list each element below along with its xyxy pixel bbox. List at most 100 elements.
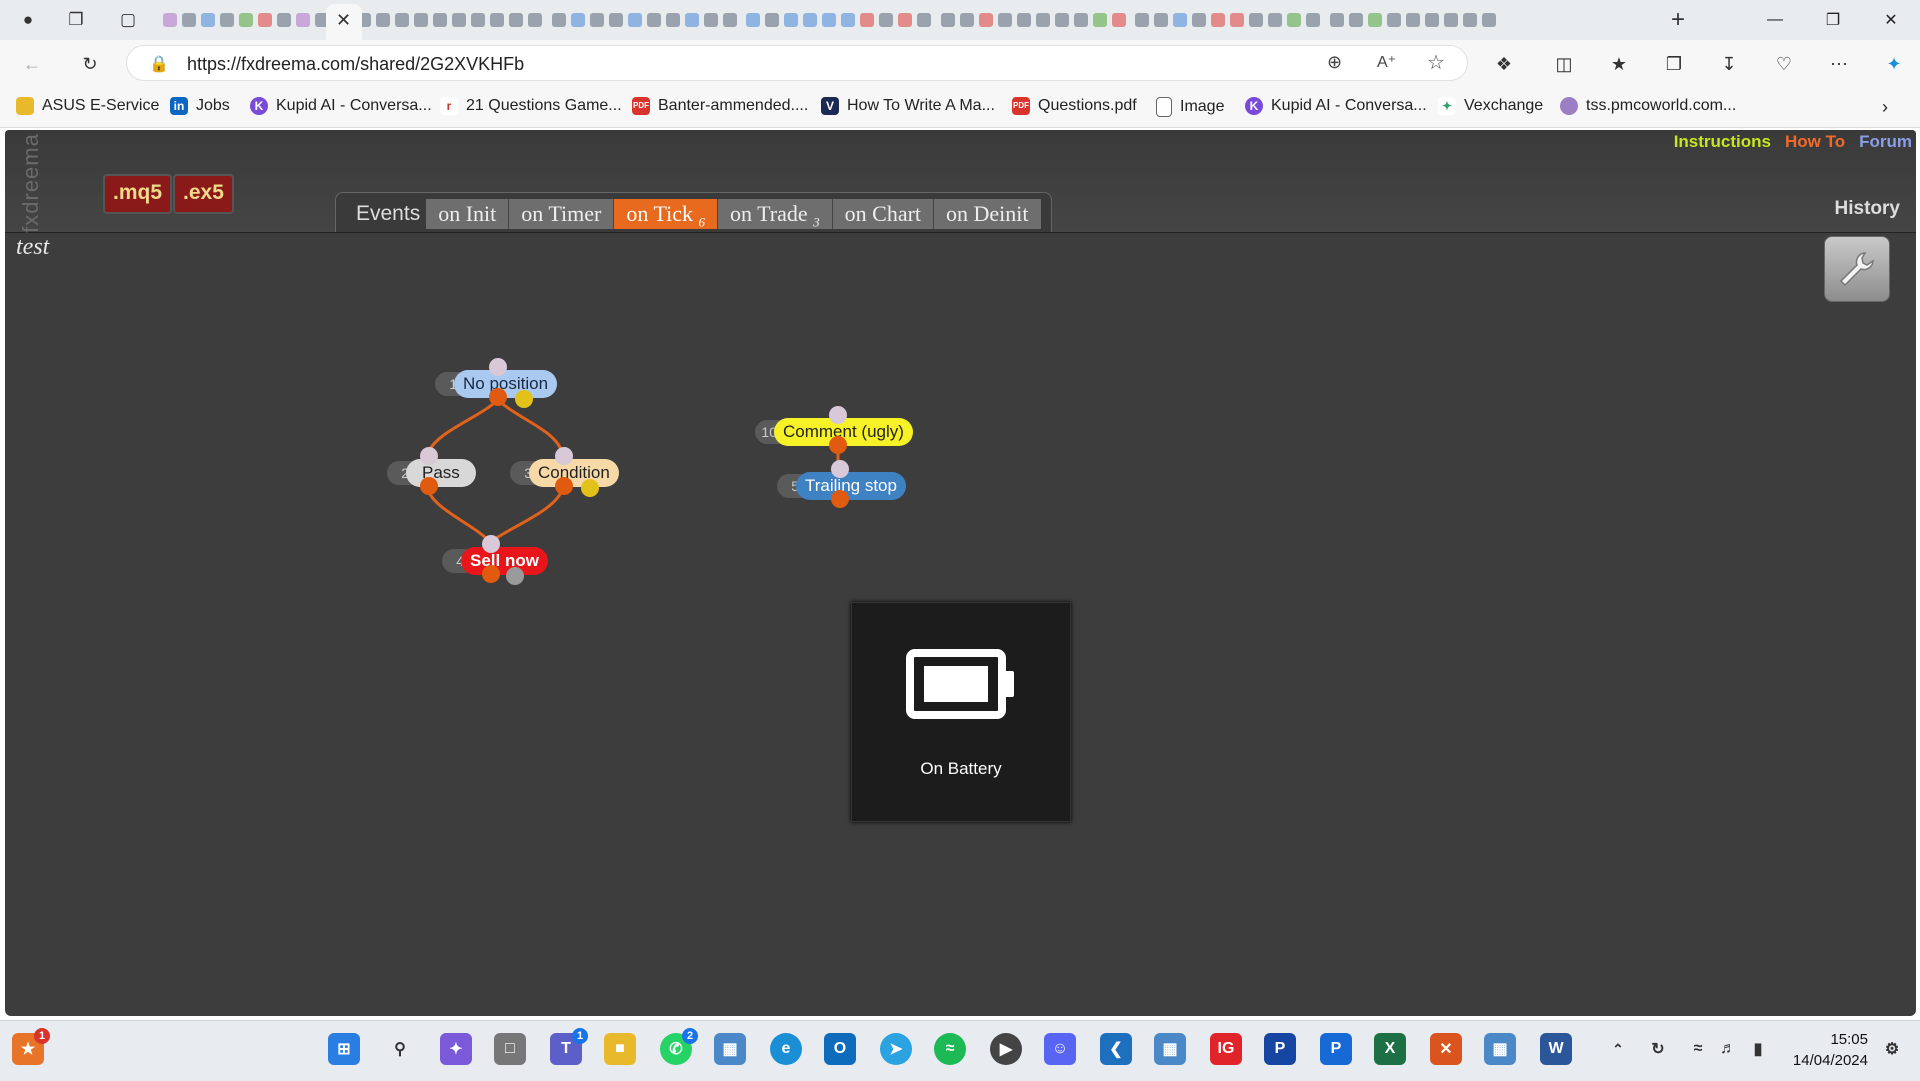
favorites-icon[interactable]: ★ <box>1605 50 1633 78</box>
block-no-position[interactable]: 1 No position <box>435 358 558 408</box>
block-pass[interactable]: 2 Pass <box>387 447 476 495</box>
task-view-icon[interactable]: □ <box>494 1033 526 1065</box>
output-connector[interactable] <box>555 477 573 495</box>
input-connector[interactable] <box>555 447 573 465</box>
bookmark-questions-pdf[interactable]: PDF Questions.pdf <box>1012 97 1137 115</box>
new-tab-icon[interactable]: + <box>1664 6 1692 34</box>
wifi-icon[interactable]: ≈ <box>1682 1033 1714 1065</box>
system-clock[interactable]: 15:05 14/04/2024 <box>1793 1029 1868 1071</box>
teams-icon[interactable]: T1 <box>550 1028 588 1065</box>
bookmark-vexchange[interactable]: ✦ Vexchange <box>1438 97 1543 115</box>
bookmark-label: ASUS E-Service <box>42 97 160 114</box>
collections-icon[interactable]: ❐ <box>1660 50 1688 78</box>
profile-icon[interactable]: ● <box>14 6 42 34</box>
false-connector[interactable] <box>515 390 533 408</box>
output-connector[interactable] <box>420 477 438 495</box>
notification-app-icon[interactable]: ★ 1 <box>12 1028 50 1065</box>
extensions-icon[interactable]: ❖ <box>1490 50 1518 78</box>
input-connector[interactable] <box>489 358 507 376</box>
edge-icon[interactable]: e <box>770 1033 802 1065</box>
whatsapp-icon[interactable]: ✆ 2 <box>660 1028 698 1065</box>
false-connector[interactable] <box>506 567 524 585</box>
bookmark-kupid[interactable]: K Kupid AI - Conversa... <box>250 97 432 115</box>
bookmarks-overflow-icon[interactable]: › <box>1882 97 1888 118</box>
ig-icon[interactable]: IG <box>1210 1033 1242 1065</box>
output-connector[interactable] <box>831 490 849 508</box>
notification-badge: 1 <box>572 1028 588 1044</box>
bookmark-image[interactable]: Image <box>1156 97 1224 117</box>
tray-overflow-icon[interactable]: ⌃ <box>1602 1033 1634 1065</box>
bookmark-label: Vexchange <box>1464 97 1544 114</box>
downloads-icon[interactable]: ↧ <box>1715 50 1743 78</box>
spotify-icon[interactable]: ≈ <box>934 1033 966 1065</box>
input-connector[interactable] <box>831 460 849 478</box>
block-sell-now[interactable]: 4 Sell now <box>442 535 548 585</box>
bookmark-asus[interactable]: ASUS E-Service <box>16 97 159 115</box>
tab-actions-icon[interactable]: ▢ <box>114 6 142 34</box>
restore-icon[interactable]: ❐ <box>1810 6 1856 34</box>
copilot-icon[interactable]: ✦ <box>1880 50 1908 78</box>
bookmark-how-to-write[interactable]: V How To Write A Ma... <box>821 97 995 115</box>
block-label: Condition <box>529 459 619 487</box>
input-connector[interactable] <box>420 447 438 465</box>
lock-icon[interactable]: 🔒 <box>149 54 169 74</box>
discord-icon[interactable]: ☺ <box>1044 1033 1076 1065</box>
minimize-icon[interactable]: — <box>1752 6 1798 34</box>
edge-3-4 <box>489 489 564 544</box>
input-connector[interactable] <box>482 535 500 553</box>
close-window-icon[interactable]: ✕ <box>1868 6 1914 34</box>
block-comment-ugly[interactable]: 10 Comment (ugly) <box>755 406 913 454</box>
browser-essentials-icon[interactable]: ♡ <box>1770 50 1798 78</box>
back-icon[interactable]: ← <box>18 50 46 78</box>
workspaces-icon[interactable]: ❐ <box>62 6 90 34</box>
zoom-icon[interactable]: ⊕ <box>1327 52 1342 73</box>
vscode-icon[interactable]: ❮ <box>1100 1033 1132 1065</box>
file-explorer-icon[interactable]: ■ <box>604 1033 636 1065</box>
favorite-star-icon[interactable]: ☆ <box>1427 50 1445 75</box>
media-player-icon[interactable]: ▶ <box>990 1033 1022 1065</box>
tab-favicon-row[interactable] <box>160 10 1650 30</box>
bookmark-kupid-2[interactable]: K Kupid AI - Conversa... <box>1245 97 1427 115</box>
bookmark-tss[interactable]: tss.pmcoworld.com... <box>1560 97 1736 115</box>
copilot-icon[interactable]: ✦ <box>440 1033 472 1065</box>
outlook-icon[interactable]: O <box>824 1033 856 1065</box>
word-icon[interactable]: W <box>1540 1033 1572 1065</box>
battery-tray-icon[interactable]: ▮ <box>1742 1033 1774 1065</box>
read-aloud-icon[interactable]: A⁺ <box>1377 52 1396 72</box>
bookmark-21-questions[interactable]: r 21 Questions Game... <box>440 97 622 115</box>
excel-icon[interactable]: X <box>1374 1033 1406 1065</box>
close-tab-icon[interactable]: ✕ <box>336 10 351 31</box>
output-connector[interactable] <box>829 436 847 454</box>
paypal-icon-2[interactable]: P <box>1320 1033 1352 1065</box>
volume-icon[interactable]: ♬ <box>1712 1033 1744 1065</box>
x-app-icon[interactable]: ✕ <box>1430 1033 1462 1065</box>
url-bar[interactable]: 🔒 https://fxdreema.com/shared/2G2XVKHFb … <box>126 45 1468 81</box>
kupid-icon: K <box>250 97 268 115</box>
app-tile-icon[interactable]: ▦ <box>714 1033 746 1065</box>
block-trailing-stop[interactable]: 5 Trailing stop <box>777 460 906 508</box>
sync-icon[interactable]: ↻ <box>1642 1033 1674 1065</box>
notifications-bell-icon[interactable]: ⚙ <box>1876 1033 1908 1065</box>
file-icon <box>1156 97 1172 117</box>
more-menu-icon[interactable]: ⋯ <box>1825 50 1853 78</box>
windows-start-icon[interactable]: ⊞ <box>328 1033 360 1065</box>
app-tile-icon-2[interactable]: ▦ <box>1154 1033 1186 1065</box>
output-connector[interactable] <box>482 565 500 583</box>
false-connector[interactable] <box>581 479 599 497</box>
telegram-icon[interactable]: ➤ <box>880 1033 912 1065</box>
on-battery-toast: On Battery <box>851 602 1071 822</box>
refresh-icon[interactable]: ↻ <box>76 50 104 78</box>
active-tab[interactable]: ✕ <box>326 4 362 40</box>
input-connector[interactable] <box>829 406 847 424</box>
output-connector[interactable] <box>489 388 507 406</box>
battery-status-text: On Battery <box>920 759 1002 778</box>
search-icon[interactable]: ⚲ <box>384 1033 416 1065</box>
pdf-icon: PDF <box>1012 97 1030 115</box>
globe-icon <box>1560 97 1578 115</box>
split-screen-icon[interactable]: ◫ <box>1550 50 1578 78</box>
bookmark-jobs[interactable]: in Jobs <box>170 97 230 115</box>
block-condition[interactable]: 3 Condition <box>510 447 619 497</box>
bookmark-banter[interactable]: PDF Banter-ammended.... <box>632 97 808 115</box>
app-tile-icon-3[interactable]: ▦ <box>1484 1033 1516 1065</box>
paypal-icon[interactable]: P <box>1264 1033 1296 1065</box>
